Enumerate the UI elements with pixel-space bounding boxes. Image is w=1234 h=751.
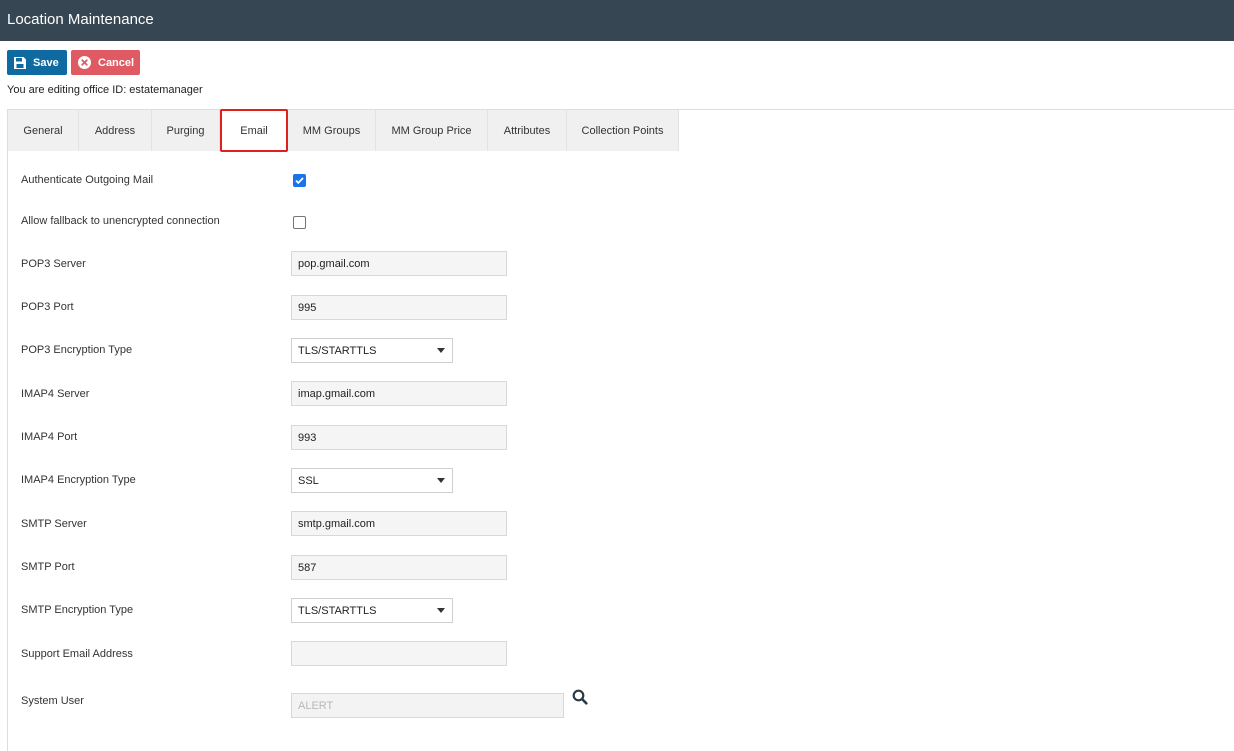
pop3-encryption-value: TLS/STARTTLS [298,344,377,357]
chevron-down-icon [437,348,445,353]
editing-office-note: You are editing office ID: estatemanager [7,84,203,96]
authenticate-outgoing-mail-label: Authenticate Outgoing Mail [21,174,154,186]
support-email-label: Support Email Address [21,648,133,660]
smtp-server-label: SMTP Server [21,518,87,530]
tab-panel [7,109,1234,751]
imap4-encryption-select[interactable]: SSL [291,468,453,493]
pop3-server-input[interactable] [291,251,507,276]
tab-address[interactable]: Address [79,110,152,151]
tab-purging[interactable]: Purging [152,110,220,151]
imap4-port-input[interactable] [291,425,507,450]
save-button[interactable]: Save [7,50,67,75]
tab-mm-groups[interactable]: MM Groups [288,110,376,151]
pop3-encryption-select[interactable]: TLS/STARTTLS [291,338,453,363]
cancel-button[interactable]: Cancel [71,50,140,75]
smtp-encryption-value: TLS/STARTTLS [298,604,377,617]
tab-email[interactable]: Email [220,109,288,152]
imap4-port-label: IMAP4 Port [21,431,78,443]
support-email-input[interactable] [291,641,507,666]
authenticate-outgoing-mail-checkbox[interactable] [293,174,306,187]
tab-collection-points[interactable]: Collection Points [567,110,679,151]
tab-general[interactable]: General [8,110,79,151]
imap4-encryption-value: SSL [298,474,319,487]
pop3-port-input[interactable] [291,295,507,320]
allow-fallback-label: Allow fallback to unencrypted connection [21,215,220,227]
system-user-label: System User [21,695,84,707]
tab-attributes[interactable]: Attributes [488,110,567,151]
pop3-server-label: POP3 Server [21,258,86,270]
search-icon[interactable] [572,689,588,708]
window-title: Location Maintenance [0,0,1234,41]
chevron-down-icon [437,478,445,483]
save-button-label: Save [33,56,59,69]
smtp-port-label: SMTP Port [21,561,75,573]
imap4-server-input[interactable] [291,381,507,406]
pop3-port-label: POP3 Port [21,301,74,313]
smtp-server-input[interactable] [291,511,507,536]
smtp-port-input[interactable] [291,555,507,580]
allow-fallback-checkbox[interactable] [293,216,306,229]
smtp-encryption-label: SMTP Encryption Type [21,604,134,616]
checkmark-icon [295,177,304,185]
imap4-server-label: IMAP4 Server [21,388,90,400]
pop3-encryption-label: POP3 Encryption Type [21,344,133,356]
tab-mm-group-price[interactable]: MM Group Price [376,110,488,151]
chevron-down-icon [437,608,445,613]
tab-bar: General Address Purging Email MM Groups … [8,109,679,152]
close-circle-icon [78,56,91,69]
imap4-encryption-label: IMAP4 Encryption Type [21,474,136,486]
system-user-input[interactable] [291,693,564,718]
smtp-encryption-select[interactable]: TLS/STARTTLS [291,598,453,623]
cancel-button-label: Cancel [98,56,135,69]
floppy-disk-icon [14,56,26,69]
